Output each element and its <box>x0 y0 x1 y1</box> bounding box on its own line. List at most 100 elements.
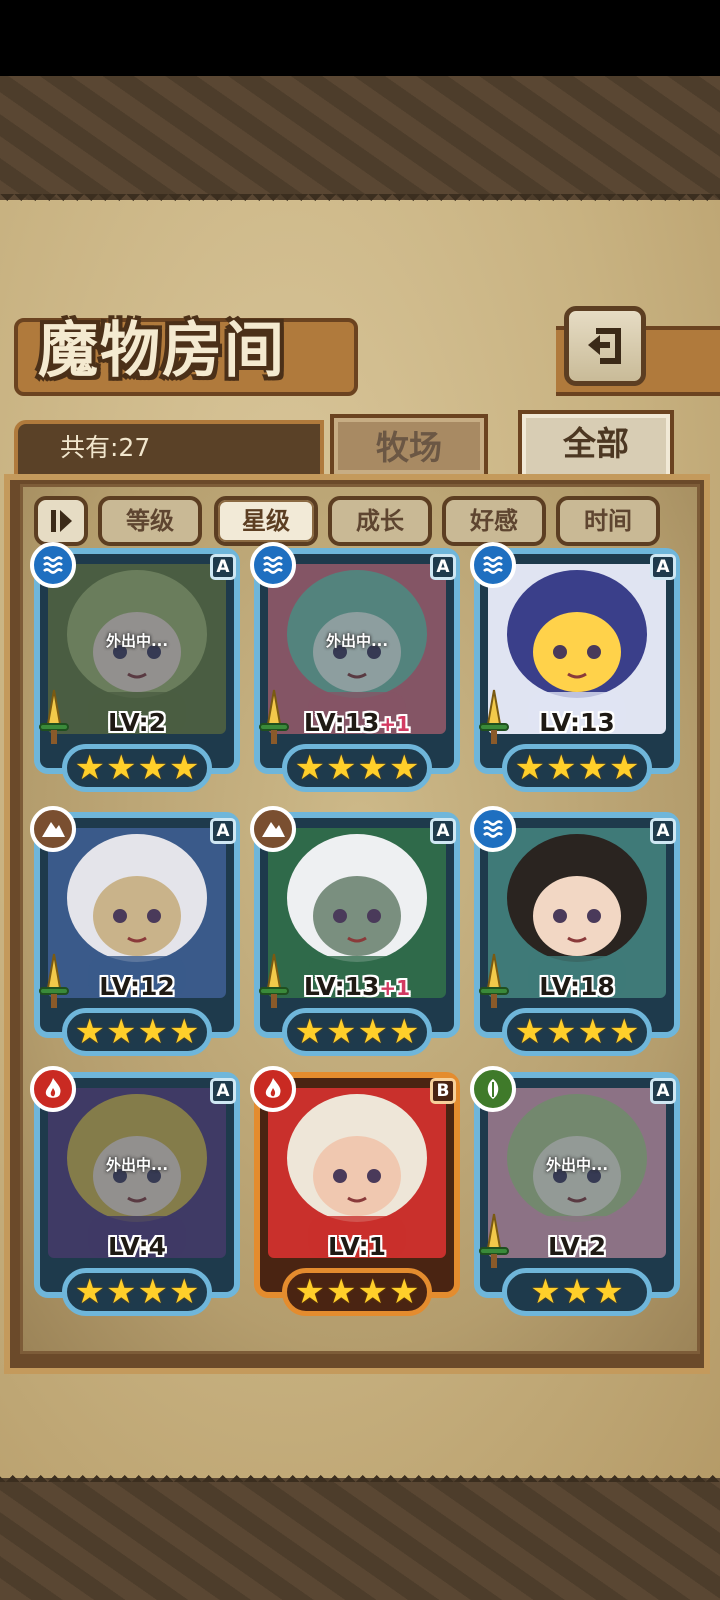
monster-card[interactable]: A LV:13 ★ ★ ★ ★ <box>470 542 680 794</box>
monster-card[interactable]: A LV:12 ★ ★ ★ ★ <box>30 806 240 1058</box>
star-icon: ★ <box>577 748 608 788</box>
earth-element-icon <box>30 806 76 852</box>
level-value: LV:12 <box>99 972 175 1001</box>
out-status-label: 外出中... <box>325 632 389 650</box>
star-icon: ★ <box>357 1012 388 1052</box>
level-value: LV:1 <box>327 1232 387 1261</box>
star-rating: ★ ★ ★ ★ <box>502 1008 652 1056</box>
monster-card[interactable]: A LV:18 ★ ★ ★ ★ <box>470 806 680 1058</box>
level-label: LV:4 <box>34 1232 240 1261</box>
water-element-icon <box>250 542 296 588</box>
sort-order-toggle[interactable] <box>34 496 88 546</box>
star-icon: ★ <box>577 1012 608 1052</box>
torn-edge-top <box>0 194 720 208</box>
map-background-top <box>0 76 720 202</box>
water-element-icon <box>470 806 516 852</box>
star-icon: ★ <box>326 748 357 788</box>
star-icon: ★ <box>137 1272 168 1312</box>
water-element-icon <box>30 542 76 588</box>
star-icon: ★ <box>546 1012 577 1052</box>
level-label: LV:12 <box>34 972 240 1001</box>
star-icon: ★ <box>388 1272 420 1312</box>
torn-edge-bottom <box>0 1468 720 1482</box>
level-label: LV:13 <box>474 708 680 737</box>
rank-badge: A <box>650 554 676 580</box>
level-value: LV:2 <box>547 1232 607 1261</box>
star-rating: ★ ★ ★ ★ <box>282 744 432 792</box>
monster-card[interactable]: B LV:1 ★ ★ ★ ★ <box>250 1066 460 1318</box>
monster-card[interactable]: A LV:13+1 ★ ★ ★ ★ <box>250 806 460 1058</box>
filter-star[interactable]: 星级 <box>214 496 318 546</box>
out-status-label: 外出中... <box>105 632 169 650</box>
star-rating: ★ ★ ★ ★ <box>62 1268 212 1316</box>
earth-element-icon <box>250 806 296 852</box>
star-icon: ★ <box>326 1012 357 1052</box>
star-icon: ★ <box>514 748 546 788</box>
monster-card[interactable]: A 外出中... LV:13+1 ★ ★ ★ ★ <box>250 542 460 794</box>
star-icon: ★ <box>326 1272 357 1312</box>
monster-card[interactable]: A 外出中... LV:2 ★ ★ ★ <box>470 1066 680 1318</box>
star-icon: ★ <box>514 1012 546 1052</box>
level-label: LV:2 <box>474 1232 680 1261</box>
star-icon: ★ <box>294 1012 326 1052</box>
back-button[interactable] <box>564 306 646 386</box>
star-icon: ★ <box>137 748 168 788</box>
filter-level[interactable]: 等级 <box>98 496 202 546</box>
monster-count: 共有:27 <box>60 433 151 462</box>
monster-card[interactable]: A 外出中... LV:4 ★ ★ ★ ★ <box>30 1066 240 1318</box>
filter-time[interactable]: 时间 <box>556 496 660 546</box>
star-icon: ★ <box>106 1272 137 1312</box>
rank-badge: A <box>430 554 456 580</box>
rank-badge: A <box>430 818 456 844</box>
out-status-label: 外出中... <box>545 1156 609 1174</box>
map-background-bottom <box>0 1478 720 1600</box>
page-title: 魔物房间 <box>38 316 286 386</box>
nature-element-icon <box>470 1066 516 1112</box>
level-value: LV:4 <box>107 1232 167 1261</box>
star-icon: ★ <box>74 1012 106 1052</box>
level-bonus: +1 <box>379 976 411 1000</box>
star-rating: ★ ★ ★ ★ <box>62 1008 212 1056</box>
star-icon: ★ <box>106 1012 137 1052</box>
rank-badge: B <box>430 1078 456 1104</box>
level-value: LV:2 <box>107 708 167 737</box>
filter-growth[interactable]: 成长 <box>328 496 432 546</box>
level-value: LV:18 <box>539 972 615 1001</box>
rank-badge: A <box>210 818 236 844</box>
rank-badge: A <box>210 1078 236 1104</box>
star-icon: ★ <box>357 748 388 788</box>
filter-affection[interactable]: 好感 <box>442 496 546 546</box>
star-rating: ★ ★ ★ ★ <box>62 744 212 792</box>
level-value: LV:13 <box>539 708 615 737</box>
star-icon: ★ <box>593 1272 624 1312</box>
star-icon: ★ <box>137 1012 168 1052</box>
star-rating: ★ ★ ★ <box>502 1268 652 1316</box>
level-label: LV:18 <box>474 972 680 1001</box>
rank-badge: A <box>650 1078 676 1104</box>
level-value: LV:13 <box>303 708 380 737</box>
star-icon: ★ <box>168 1012 200 1052</box>
level-label: LV:13+1 <box>254 708 460 737</box>
star-icon: ★ <box>357 1272 388 1312</box>
star-icon: ★ <box>608 1012 640 1052</box>
star-rating: ★ ★ ★ ★ <box>282 1008 432 1056</box>
water-element-icon <box>470 542 516 588</box>
star-icon: ★ <box>388 748 420 788</box>
star-icon: ★ <box>106 748 137 788</box>
rank-badge: A <box>650 818 676 844</box>
rank-badge: A <box>210 554 236 580</box>
sort-order-icon <box>51 510 72 532</box>
fire-element-icon <box>250 1066 296 1112</box>
level-label: LV:13+1 <box>254 972 460 1001</box>
star-icon: ★ <box>530 1272 561 1312</box>
monster-card[interactable]: A 外出中... LV:2 ★ ★ ★ ★ <box>30 542 240 794</box>
star-icon: ★ <box>74 748 106 788</box>
star-rating: ★ ★ ★ ★ <box>282 1268 432 1316</box>
star-icon: ★ <box>294 748 326 788</box>
star-rating: ★ ★ ★ ★ <box>502 744 652 792</box>
star-icon: ★ <box>294 1272 326 1312</box>
star-icon: ★ <box>608 748 640 788</box>
tab-ranch[interactable]: 牧场 <box>330 414 488 478</box>
level-bonus: +1 <box>379 712 411 736</box>
back-arrow-icon <box>588 328 621 364</box>
